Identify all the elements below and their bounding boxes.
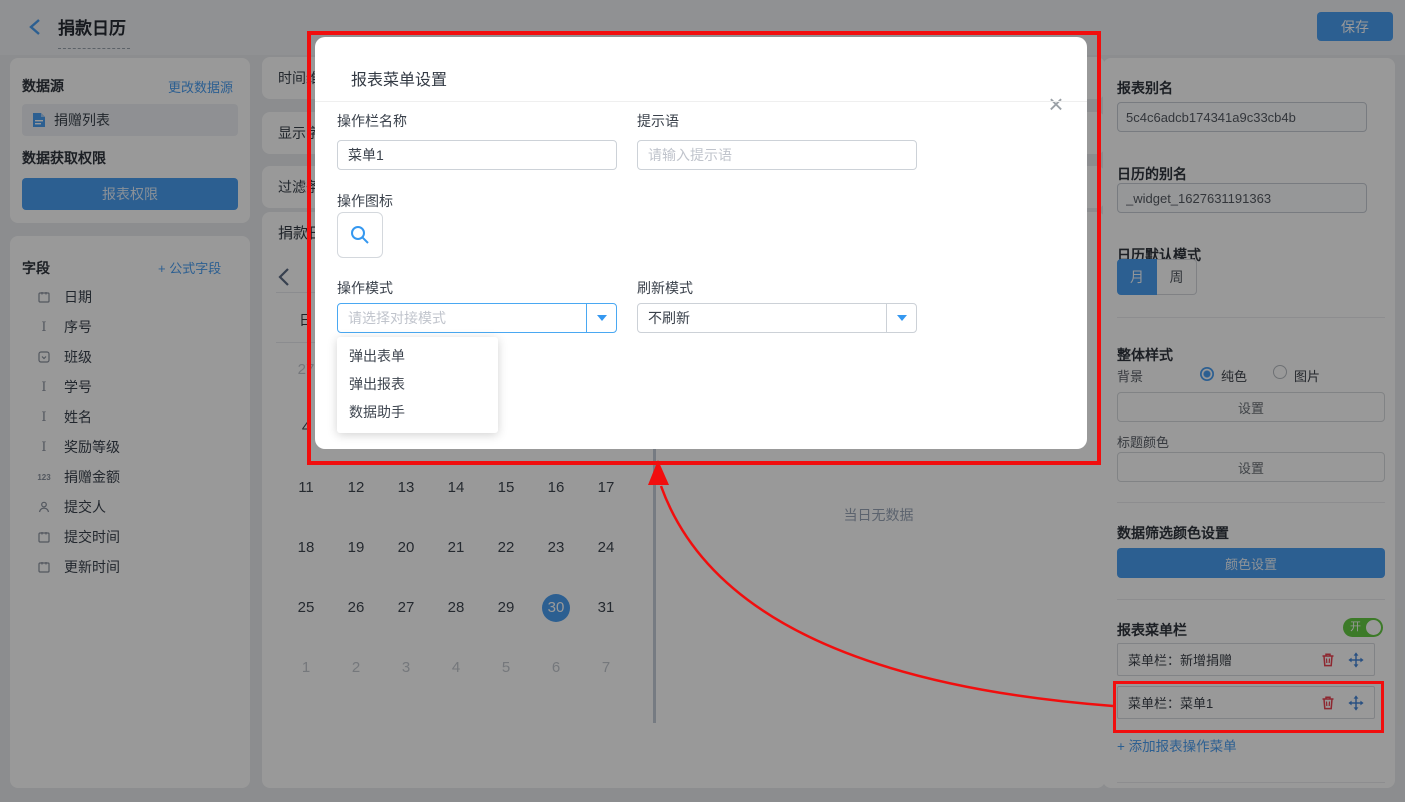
action-icon-label: 操作图标	[337, 191, 393, 211]
select-arrow[interactable]	[886, 304, 916, 332]
action-mode-dropdown: 弹出表单 弹出报表 数据助手	[337, 337, 498, 433]
tip-label: 提示语	[637, 111, 679, 131]
report-menu-settings-modal: 报表菜单设置 × 操作栏名称 提示语 操作图标 操作模式 请选择对接模式 刷新模…	[315, 37, 1087, 449]
tip-input[interactable]	[637, 140, 917, 170]
modal-title: 报表菜单设置	[351, 66, 447, 90]
chevron-down-icon	[597, 315, 607, 321]
action-name-label: 操作栏名称	[337, 111, 407, 131]
refresh-mode-label: 刷新模式	[637, 278, 693, 298]
refresh-mode-value: 不刷新	[638, 304, 886, 332]
dropdown-option[interactable]: 弹出报表	[337, 370, 498, 398]
action-name-input[interactable]	[337, 140, 617, 170]
refresh-mode-select[interactable]: 不刷新	[637, 303, 917, 333]
dropdown-option[interactable]: 数据助手	[337, 398, 498, 426]
chevron-down-icon	[897, 315, 907, 321]
close-icon[interactable]: ×	[1041, 89, 1071, 119]
select-arrow[interactable]	[586, 304, 616, 332]
action-mode-select[interactable]: 请选择对接模式	[337, 303, 617, 333]
action-mode-label: 操作模式	[337, 278, 393, 298]
modal-header-divider	[315, 101, 1087, 102]
action-mode-placeholder: 请选择对接模式	[338, 304, 586, 332]
search-icon	[349, 224, 371, 246]
action-icon-button[interactable]	[337, 212, 383, 258]
dropdown-option[interactable]: 弹出表单	[337, 342, 498, 370]
